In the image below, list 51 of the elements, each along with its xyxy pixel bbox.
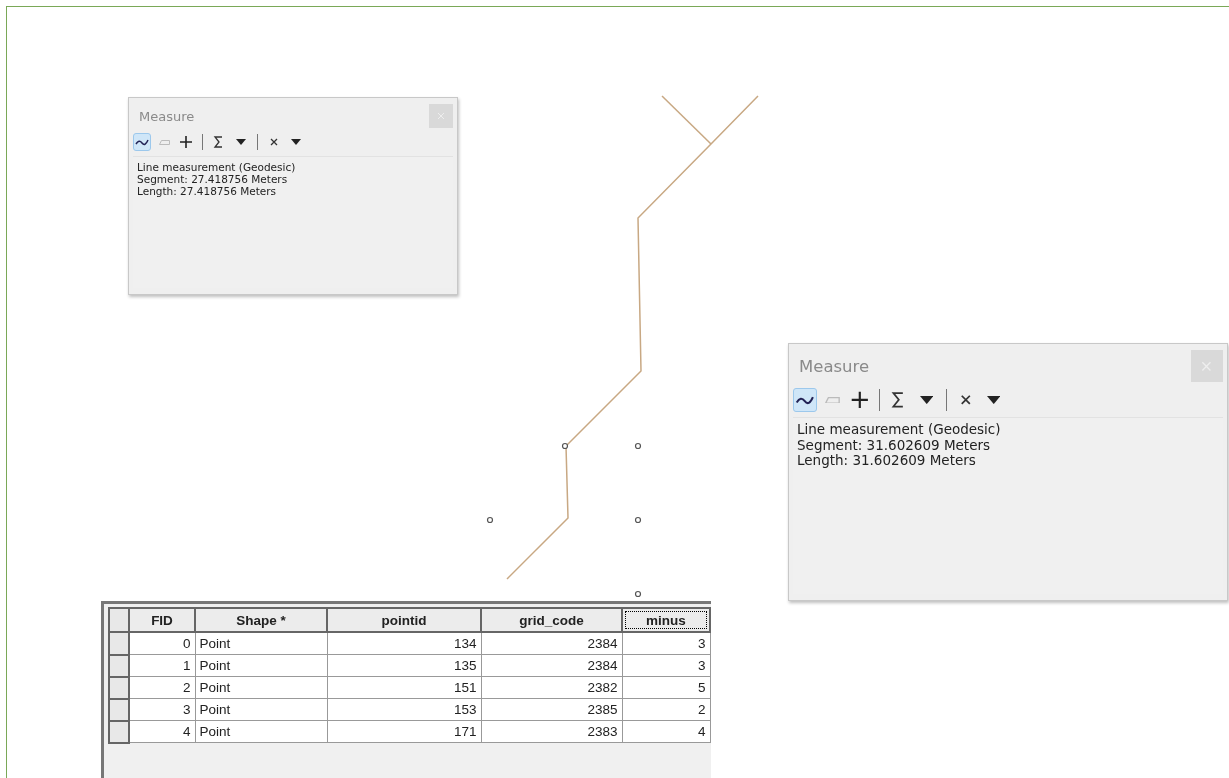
branch-line [661,95,712,145]
table-cell: Point [195,720,327,743]
table-cell: 2383 [481,720,622,743]
table-cell: 2384 [481,654,622,677]
table-cell: 134 [327,632,481,655]
plus-icon [849,389,871,411]
row-selector[interactable] [109,698,129,721]
measurement-text: Segment: 31.602609 Meters [797,437,992,454]
caret-icon[interactable] [919,395,934,404]
point-marker [486,516,494,524]
measurement-text: Line measurement (Geodesic) [137,161,297,174]
table-cell: 2384 [481,632,622,655]
point-marker [561,442,569,450]
table-cell: Point [195,632,327,655]
column-header[interactable]: Shape * [195,608,327,632]
measurement-text: Segment: 27.418756 Meters [137,173,289,186]
point-marker [634,590,642,598]
table-cell: 151 [327,676,481,699]
line-tool-button[interactable] [793,388,817,412]
measurement-text: Length: 31.602609 Meters [797,453,977,469]
point-tool-button[interactable] [177,133,195,151]
table-cell: 153 [327,698,481,721]
table-cell: 135 [327,654,481,677]
table-cell: 171 [327,720,481,743]
column-header[interactable]: grid_code [481,608,622,632]
table-cell: Point [195,698,327,721]
area-tool-icon [158,139,170,145]
line-tool-button[interactable] [133,133,151,151]
column-header[interactable]: pointid [327,608,481,632]
table-cell: Point [195,676,327,699]
row-selector[interactable] [109,654,129,677]
row-selector[interactable] [109,720,129,743]
row-selector[interactable] [109,608,129,632]
row-selector[interactable] [109,632,129,655]
area-tool-icon [824,396,840,404]
measurement-text: Length: 27.418756 Meters [137,185,278,198]
caret-icon[interactable] [986,395,1001,404]
row-selector[interactable] [109,676,129,699]
column-header[interactable]: FID [129,608,195,632]
table-cell: Point [195,654,327,677]
window-title: Measure [139,108,195,124]
column-header[interactable]: minus [622,608,710,632]
measurement-text: Line measurement (Geodesic) [797,422,1002,438]
point-marker [634,516,642,524]
point-marker [634,442,642,450]
window-title: Measure [799,356,870,376]
caret-icon[interactable] [291,139,301,145]
table-cell: 2385 [481,698,622,721]
plus-icon [178,134,194,150]
caret-icon[interactable] [236,139,246,145]
table-cell: 2382 [481,676,622,699]
